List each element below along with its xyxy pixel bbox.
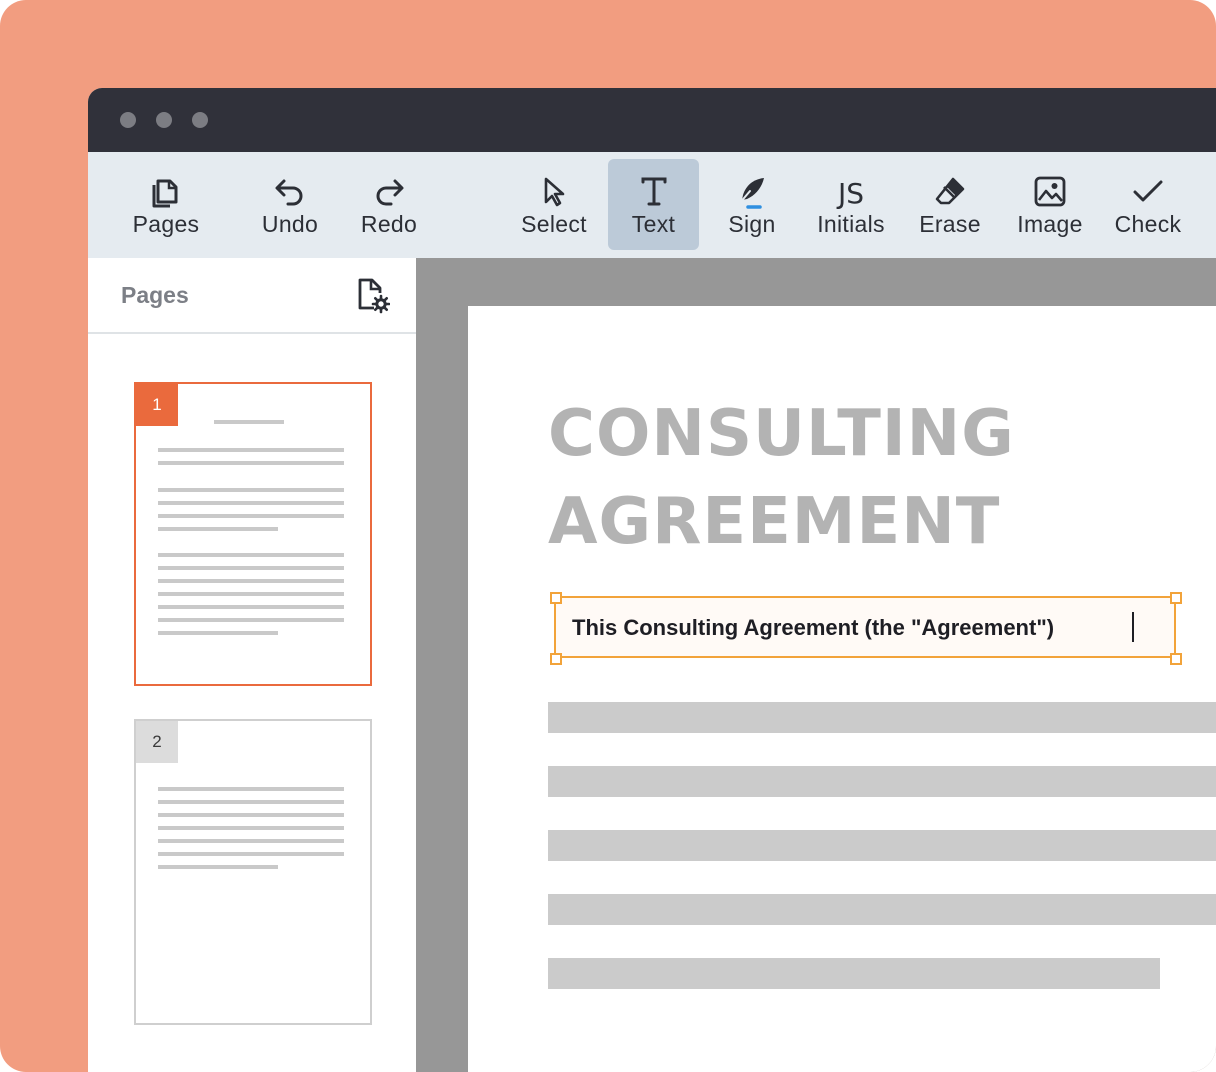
editor-window: Pages Undo Redo Select Text Sign JS Init… <box>88 88 1216 1072</box>
window-maximize-dot[interactable] <box>192 112 208 128</box>
placeholder-text-line <box>548 766 1216 797</box>
text-tool-button[interactable]: Text <box>608 159 699 250</box>
text-caret <box>1132 612 1134 642</box>
thumbnail-text-line <box>158 618 344 622</box>
pages-button-label: Pages <box>132 211 200 237</box>
sidebar-title: Pages <box>121 282 189 308</box>
initials-tool-label: Initials <box>817 211 885 237</box>
page-number-badge: 1 <box>136 384 178 426</box>
thumbnail-text-line <box>158 787 344 791</box>
text-field-value: This Consulting Agreement (the "Agreemen… <box>572 615 1055 640</box>
placeholder-text-line <box>548 702 1216 733</box>
pages-sidebar: Pages 1 2 <box>88 258 416 1072</box>
image-tool-label: Image <box>1017 211 1083 237</box>
undo-button[interactable]: Undo <box>248 159 332 250</box>
thumbnail-text-line <box>158 839 344 843</box>
placeholder-text-line <box>548 830 1216 861</box>
resize-handle-bottom-right[interactable] <box>1170 653 1182 665</box>
thumbnail-text-line <box>158 461 344 465</box>
resize-handle-top-right[interactable] <box>1170 592 1182 604</box>
initials-glyph: JS <box>836 177 864 209</box>
check-tool-label: Check <box>1114 211 1182 237</box>
pages-button[interactable]: Pages <box>122 159 210 250</box>
resize-handle-bottom-left[interactable] <box>550 653 562 665</box>
title-bar <box>88 88 1216 152</box>
thumbnail-text-line <box>158 448 344 452</box>
pages-icon <box>152 179 178 208</box>
undo-button-label: Undo <box>261 211 319 237</box>
sidebar-header: Pages <box>88 258 416 334</box>
erase-tool-button[interactable]: Erase <box>906 159 994 250</box>
thumbnail-text-line <box>158 527 278 531</box>
window-close-dot[interactable] <box>120 112 136 128</box>
thumbnail-text-line <box>158 865 278 869</box>
check-tool-button[interactable]: Check <box>1104 159 1192 250</box>
text-field[interactable]: This Consulting Agreement (the "Agreemen… <box>554 596 1176 658</box>
placeholder-text-line <box>548 894 1216 925</box>
page-number-badge: 2 <box>136 721 178 763</box>
document-page[interactable]: CONSULTING AGREEMENT This Consulting Agr… <box>468 306 1216 1072</box>
initials-icon: JS <box>836 177 864 209</box>
thumbnail-text-line <box>158 631 278 635</box>
select-tool-label: Select <box>521 211 587 237</box>
thumbnail-text-line <box>158 592 344 596</box>
window-minimize-dot[interactable] <box>156 112 172 128</box>
thumbnail-text-line <box>158 553 344 557</box>
sign-tool-label: Sign <box>728 211 776 237</box>
sign-tool-button[interactable]: Sign <box>708 159 796 250</box>
page-thumbnail-1[interactable]: 1 <box>134 382 372 686</box>
thumbnail-text-line <box>158 826 344 830</box>
resize-handle-top-left[interactable] <box>550 592 562 604</box>
checkmark-icon <box>1133 180 1163 202</box>
erase-tool-label: Erase <box>919 211 981 237</box>
thumbnail-text-line <box>158 566 344 570</box>
initials-tool-button[interactable]: JS Initials <box>806 159 896 250</box>
thumbnail-text-line <box>158 501 344 505</box>
document-title: CONSULTING AGREEMENT <box>548 397 1015 559</box>
thumbnail-text-line <box>158 514 344 518</box>
select-tool-button[interactable]: Select <box>508 159 600 250</box>
thumbnail-text-line <box>214 420 284 424</box>
image-tool-button[interactable]: Image <box>1004 159 1096 250</box>
text-icon <box>641 177 666 206</box>
image-icon <box>1034 176 1066 207</box>
document-viewer[interactable]: CONSULTING AGREEMENT This Consulting Agr… <box>416 258 1216 1072</box>
undo-icon <box>275 179 303 206</box>
app-background: Pages Undo Redo Select Text Sign JS Init… <box>0 0 1216 1072</box>
placeholder-text-line <box>548 958 1160 989</box>
eraser-icon <box>935 177 965 205</box>
page-settings-icon[interactable] <box>354 276 390 314</box>
thumbnail-text-line <box>158 579 344 583</box>
thumbnail-text-line <box>158 605 344 609</box>
thumbnail-text-line <box>158 852 344 856</box>
toolbar: Pages Undo Redo Select Text Sign JS Init… <box>88 152 1216 258</box>
thumbnail-text-line <box>158 813 344 817</box>
feather-pen-icon <box>738 178 764 209</box>
text-tool-label: Text <box>631 211 676 237</box>
thumbnail-text-line <box>158 800 344 804</box>
cursor-icon <box>544 177 565 207</box>
page-thumbnail-2[interactable]: 2 <box>134 719 372 1025</box>
redo-button-label: Redo <box>360 211 418 237</box>
thumbnail-text-line <box>158 488 344 492</box>
redo-icon <box>376 179 404 206</box>
redo-button[interactable]: Redo <box>348 159 430 250</box>
